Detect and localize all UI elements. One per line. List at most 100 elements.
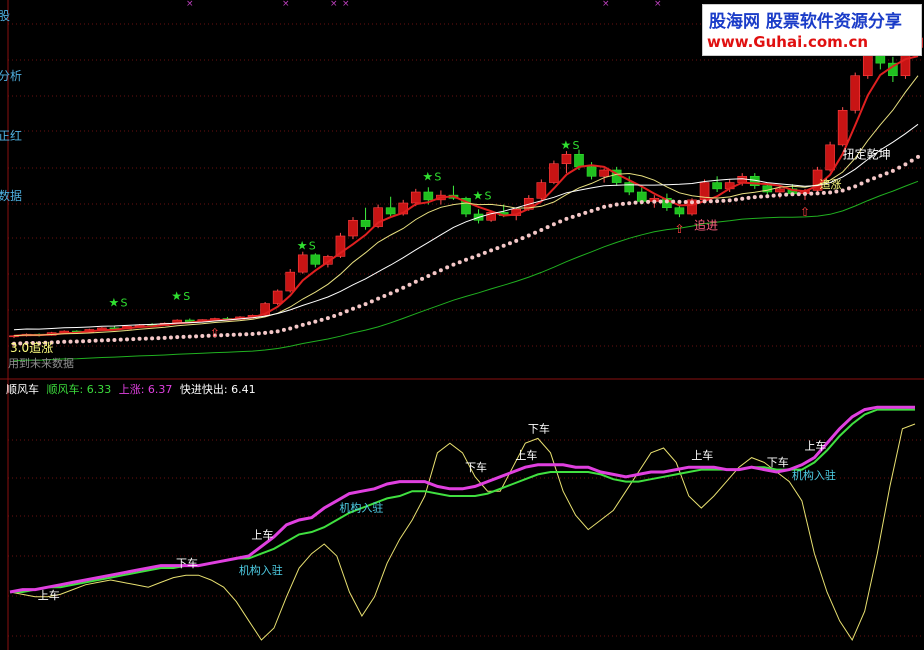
- top-marker-4: ×: [602, 0, 610, 9]
- trailing-dot: [897, 165, 902, 170]
- trailing-dot: [394, 288, 399, 293]
- indicator-annotation-7: 下车: [528, 421, 550, 435]
- star-label-2: S: [434, 171, 441, 184]
- trailing-dot: [872, 176, 877, 181]
- star-icon-2: ★: [422, 170, 433, 184]
- trailing-dot: [281, 327, 286, 332]
- label-zhuizhang: 追涨: [820, 177, 842, 191]
- trailing-dot: [916, 154, 920, 159]
- trailing-dot: [890, 168, 895, 173]
- trailing-dot: [175, 335, 180, 340]
- trailing-dot: [420, 276, 425, 281]
- trailing-dot: [382, 293, 387, 298]
- trailing-dot: [307, 321, 312, 326]
- candle-body: [599, 169, 609, 177]
- buy-arrow-icon-1: ⇧: [674, 222, 684, 236]
- trailing-dot: [733, 197, 738, 202]
- trailing-dot: [288, 326, 293, 331]
- candle-body: [674, 207, 685, 215]
- trailing-dot: [677, 199, 682, 204]
- candle-body: [297, 254, 308, 273]
- trailing-dot: [727, 198, 732, 203]
- candle-body: [285, 271, 296, 292]
- trailing-dot: [413, 279, 418, 284]
- trailing-dot: [131, 337, 136, 342]
- star-icon-5: ★: [560, 138, 571, 152]
- trailing-dot: [614, 202, 619, 207]
- trailing-dot: [746, 195, 751, 200]
- trailing-dot: [520, 236, 525, 241]
- trailing-dot: [62, 339, 67, 344]
- trailing-dot: [545, 225, 550, 230]
- star-label-5: S: [572, 139, 579, 152]
- trailing-dot: [338, 311, 343, 316]
- trailing-dot: [376, 296, 381, 301]
- trailing-dot: [690, 200, 694, 205]
- label-zhuizhang-30: 3.0追涨: [10, 340, 53, 355]
- watermark-line2: www.Guhai.com.cn: [707, 33, 869, 51]
- trailing-dot: [564, 216, 569, 221]
- candle-body: [837, 109, 848, 146]
- line-shunfengche: [10, 408, 915, 593]
- trailing-dot: [495, 246, 500, 251]
- star-icon-0: ★: [108, 295, 119, 309]
- trailing-dot: [438, 268, 443, 273]
- trailing-dot: [821, 190, 826, 195]
- candle-body: [850, 75, 861, 111]
- left-axis-fragment-3: 数据: [0, 188, 22, 203]
- watermark-logo: 股海网 股票软件资源分享 www.Guhai.com.cn: [702, 4, 922, 56]
- candle-body: [549, 163, 559, 183]
- trailing-dot: [225, 333, 230, 338]
- trailing-dot: [476, 253, 481, 258]
- trailing-dot: [401, 285, 406, 290]
- trailing-dot: [664, 199, 669, 204]
- trailing-dot: [501, 243, 506, 248]
- candle-body: [586, 166, 597, 177]
- indicator-annotation-9: 下车: [767, 455, 789, 469]
- indicator-annotation-5: 下车: [465, 460, 487, 474]
- trailing-dot: [790, 192, 795, 197]
- indicator-legend: 顺风车 顺风车: 6.33 上涨: 6.37 快进快出: 6.41: [6, 381, 260, 397]
- trailing-dot: [633, 200, 638, 205]
- trailing-dot: [181, 334, 186, 339]
- trailing-dot: [332, 313, 337, 318]
- trailing-dot: [194, 334, 199, 339]
- star-label-1: S: [183, 290, 190, 303]
- trailing-dot: [357, 304, 362, 309]
- trailing-dot: [313, 319, 318, 324]
- candle-body: [385, 207, 396, 215]
- top-marker-5: ×: [654, 0, 662, 9]
- trailing-dot: [99, 338, 104, 343]
- trailing-dot: [275, 329, 280, 334]
- trailing-dot: [507, 241, 512, 246]
- trailing-dot: [539, 228, 544, 232]
- trailing-dot: [577, 212, 581, 217]
- trailing-dot: [652, 199, 657, 204]
- indicator-annotation-8: 上车: [691, 448, 713, 462]
- label-zhuijin: 追进: [694, 218, 718, 233]
- legend-item-shunfengche: 顺风车: 6.33: [46, 383, 112, 396]
- trailing-dot: [263, 330, 268, 335]
- trailing-dot: [583, 210, 588, 215]
- trailing-dot: [369, 299, 374, 304]
- indicator-annotation-4: 机构入驻: [339, 501, 383, 515]
- stock-chart: × × × × × ×股分析正红数据 ★ S ★ S★ S★ S★ S★ S⇧⇧⇧ 3.0追涨用到未来数…: [0, 0, 924, 650]
- trailing-dot: [325, 316, 330, 321]
- trailing-dot: [671, 199, 676, 204]
- top-marker-2: ×: [330, 0, 338, 9]
- left-axis-fragment-1: 分析: [0, 69, 22, 83]
- trailing-dot: [426, 274, 431, 279]
- trailing-dot: [815, 191, 820, 196]
- candle-body: [348, 219, 358, 237]
- trailing-dot: [803, 191, 807, 196]
- trailing-dot: [74, 339, 79, 344]
- trailing-dot: [81, 339, 86, 344]
- trailing-dot: [853, 184, 858, 189]
- trailing-dot: [150, 336, 155, 341]
- watermark-line1: 股海网 股票软件资源分享: [709, 12, 902, 32]
- trailing-dot: [903, 162, 908, 167]
- trailing-dot: [118, 337, 123, 342]
- trailing-dot: [244, 332, 249, 337]
- trailing-dot: [740, 196, 745, 201]
- star-label-3: S: [485, 189, 492, 202]
